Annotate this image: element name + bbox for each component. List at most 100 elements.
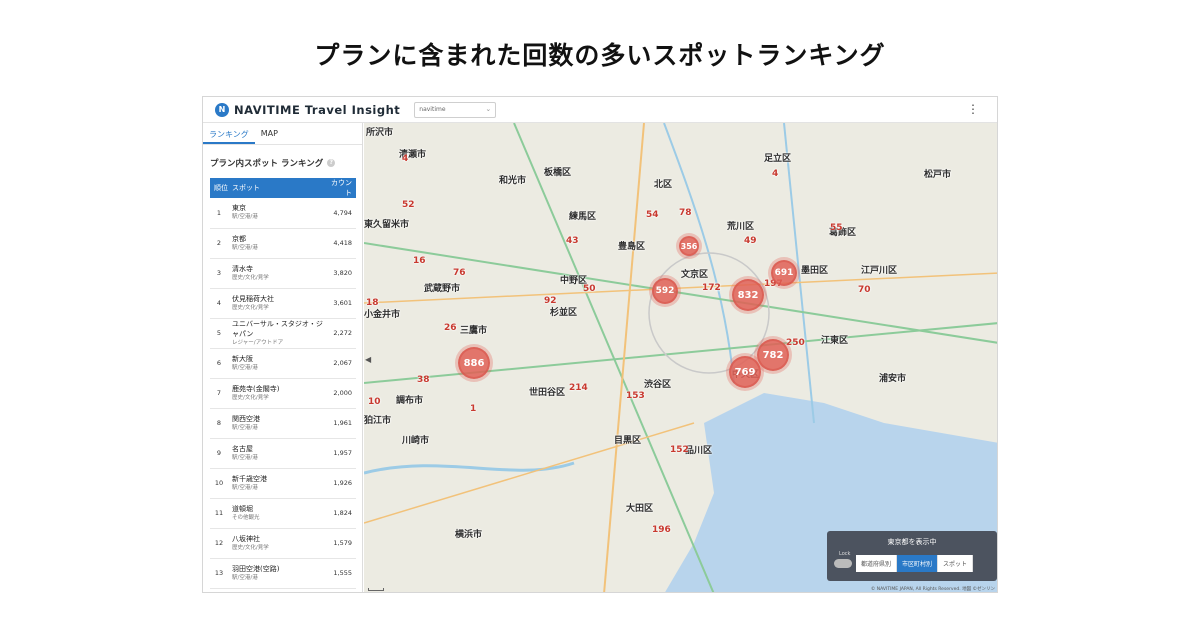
map[interactable]: 所沢市 清瀬市 和光市 板橋区 北区 足立区 葛飾区 松戸市 東久留米市 練馬区 荒川区 豊島区 墨田区… [364,123,997,592]
spot-cell: 八坂神社 歴史/文化/見学 [228,528,323,559]
count-cell: 1,824 [322,498,356,529]
column-header-rank[interactable]: 順位 [210,178,228,198]
count-marker[interactable]: 250 [786,338,805,348]
count-marker[interactable]: 70 [858,285,871,295]
count-marker[interactable]: 153 [626,391,645,401]
count-marker[interactable]: 4 [402,154,408,164]
count-marker[interactable]: 26 [444,323,457,333]
spot-cell: 京都 駅/空港/港 [228,228,323,259]
account-select[interactable]: navitime ⌄ [414,101,497,118]
table-row[interactable]: 10 新千歳空港 駅/空港/港 1,926 [210,468,356,499]
table-row[interactable]: 1 東京 駅/空港/港 4,794 [210,198,356,229]
count-marker[interactable]: 16 [413,256,426,266]
cluster-marker[interactable]: 886 [458,347,490,379]
column-header-spot[interactable]: スポット [228,178,323,198]
count-marker[interactable]: 54 [646,210,659,220]
spot-name: 伏見稲荷大社 [232,294,274,303]
count-marker[interactable]: 172 [702,283,721,293]
count-marker[interactable]: 4 [772,169,778,179]
table-row[interactable]: 5 ユニバーサル・スタジオ・ジャパン レジャー/アウトドア 2,272 [210,318,356,349]
rank-cell: 9 [210,438,228,469]
cluster-marker[interactable]: 832 [732,279,764,311]
column-header-count[interactable]: カウント [322,178,356,198]
count-marker[interactable]: 18 [366,298,379,308]
count-marker[interactable]: 76 [453,268,466,278]
spot-category: 駅/空港/港 [232,454,258,461]
info-icon[interactable]: ? [327,159,336,167]
lock-label: Lock [839,551,851,557]
table-row[interactable]: 12 八坂神社 歴史/文化/見学 1,579 [210,528,356,559]
spot-name: 羽田空港(空路) [232,564,280,573]
tab-ranking[interactable]: ランキング [203,123,255,144]
lock-toggle[interactable] [834,559,852,568]
ward-label: 江戸川区 [861,266,898,276]
segment-municipality[interactable]: 市区町村別 [897,555,939,572]
ward-label: 板橋区 [544,168,572,178]
table-row[interactable]: 7 鹿苑寺(金閣寺) 歴史/文化/見学 2,000 [210,378,356,409]
rank-cell: 7 [210,378,228,409]
count-marker[interactable]: 55 [830,223,843,233]
count-cell: 1,579 [322,528,356,559]
logo[interactable]: N NAVITIME Travel Insight [215,102,400,117]
ward-label: 狛江市 [364,416,392,426]
table-row[interactable]: 3 清水寺 歴史/文化/見学 3,820 [210,258,356,289]
tama-river [364,461,575,475]
table-row[interactable]: 4 伏見稲荷大社 歴史/文化/見学 3,601 [210,288,356,319]
table-row[interactable]: 13 羽田空港(空路) 駅/空港/港 1,555 [210,558,356,589]
ward-label: 目黒区 [614,436,642,446]
count-cell: 2,272 [322,318,356,349]
rank-cell: 8 [210,408,228,439]
count-marker[interactable]: 78 [679,208,692,218]
spot-category: 歴史/文化/見学 [232,394,269,401]
spot-name: 京都 [232,234,246,243]
cluster-marker[interactable]: 356 [679,236,699,256]
table-row[interactable]: 6 新大阪 駅/空港/港 2,067 [210,348,356,379]
table-row[interactable]: 9 名古屋 駅/空港/港 1,957 [210,438,356,469]
rank-cell: 10 [210,468,228,499]
segment-prefecture[interactable]: 都道府県別 [856,555,898,572]
spot-cell: 東京 駅/空港/港 [228,198,323,229]
count-marker[interactable]: 196 [652,525,671,535]
table-header-row: 順位 スポット カウント [210,178,356,198]
count-marker[interactable]: 1 [470,404,476,414]
spot-name: ユニバーサル・スタジオ・ジャパン [232,319,323,338]
yamanote-line [648,252,770,374]
count-marker[interactable]: 43 [566,236,579,246]
spot-cell: 伏見稲荷大社 歴史/文化/見学 [228,288,323,319]
cluster-marker[interactable]: 592 [652,278,678,304]
sumida-river [663,123,735,384]
ward-label: 豊島区 [618,242,646,252]
rank-cell: 3 [210,258,228,289]
count-marker[interactable]: 152 [670,445,689,455]
spot-name: 関西空港 [232,414,260,423]
cluster-marker[interactable]: 691 [771,260,797,286]
cluster-marker[interactable]: 769 [729,356,761,388]
segment-spot[interactable]: スポット [938,555,974,572]
cluster-marker[interactable]: 782 [757,339,789,371]
table-row[interactable]: 2 京都 駅/空港/港 4,418 [210,228,356,259]
count-marker[interactable]: 52 [402,200,415,210]
count-marker[interactable]: 38 [417,375,430,385]
count-marker[interactable]: 10 [368,397,381,407]
table-row[interactable]: 8 関西空港 駅/空港/港 1,961 [210,408,356,439]
ward-label: 所沢市 [366,128,394,138]
more-menu-icon[interactable]: ⋮ [967,102,979,116]
map-scale [368,588,384,591]
count-marker[interactable]: 49 [744,236,757,246]
count-cell: 1,926 [322,468,356,499]
rank-cell: 13 [210,558,228,589]
panel-title: 東京都を表示中 [887,538,937,546]
map-copyright: © NAVITIME JAPAN, All Rights Reserved. 地… [870,587,995,592]
collapse-sidebar-icon[interactable]: ◀ [365,355,371,364]
spot-cell: 新大阪 駅/空港/港 [228,348,323,379]
table-row[interactable]: 11 道頓堀 その他観光 1,824 [210,498,356,529]
count-marker[interactable]: 214 [569,383,588,393]
count-marker[interactable]: 92 [544,296,557,306]
ward-label: 世田谷区 [529,388,566,398]
section-title-text: プラン内スポット ランキング [210,159,324,169]
ward-label: 松戸市 [924,170,952,180]
count-cell: 1,957 [322,438,356,469]
count-marker[interactable]: 50 [583,284,596,294]
tab-map[interactable]: MAP [255,123,284,144]
spot-category: その他観光 [232,514,260,521]
